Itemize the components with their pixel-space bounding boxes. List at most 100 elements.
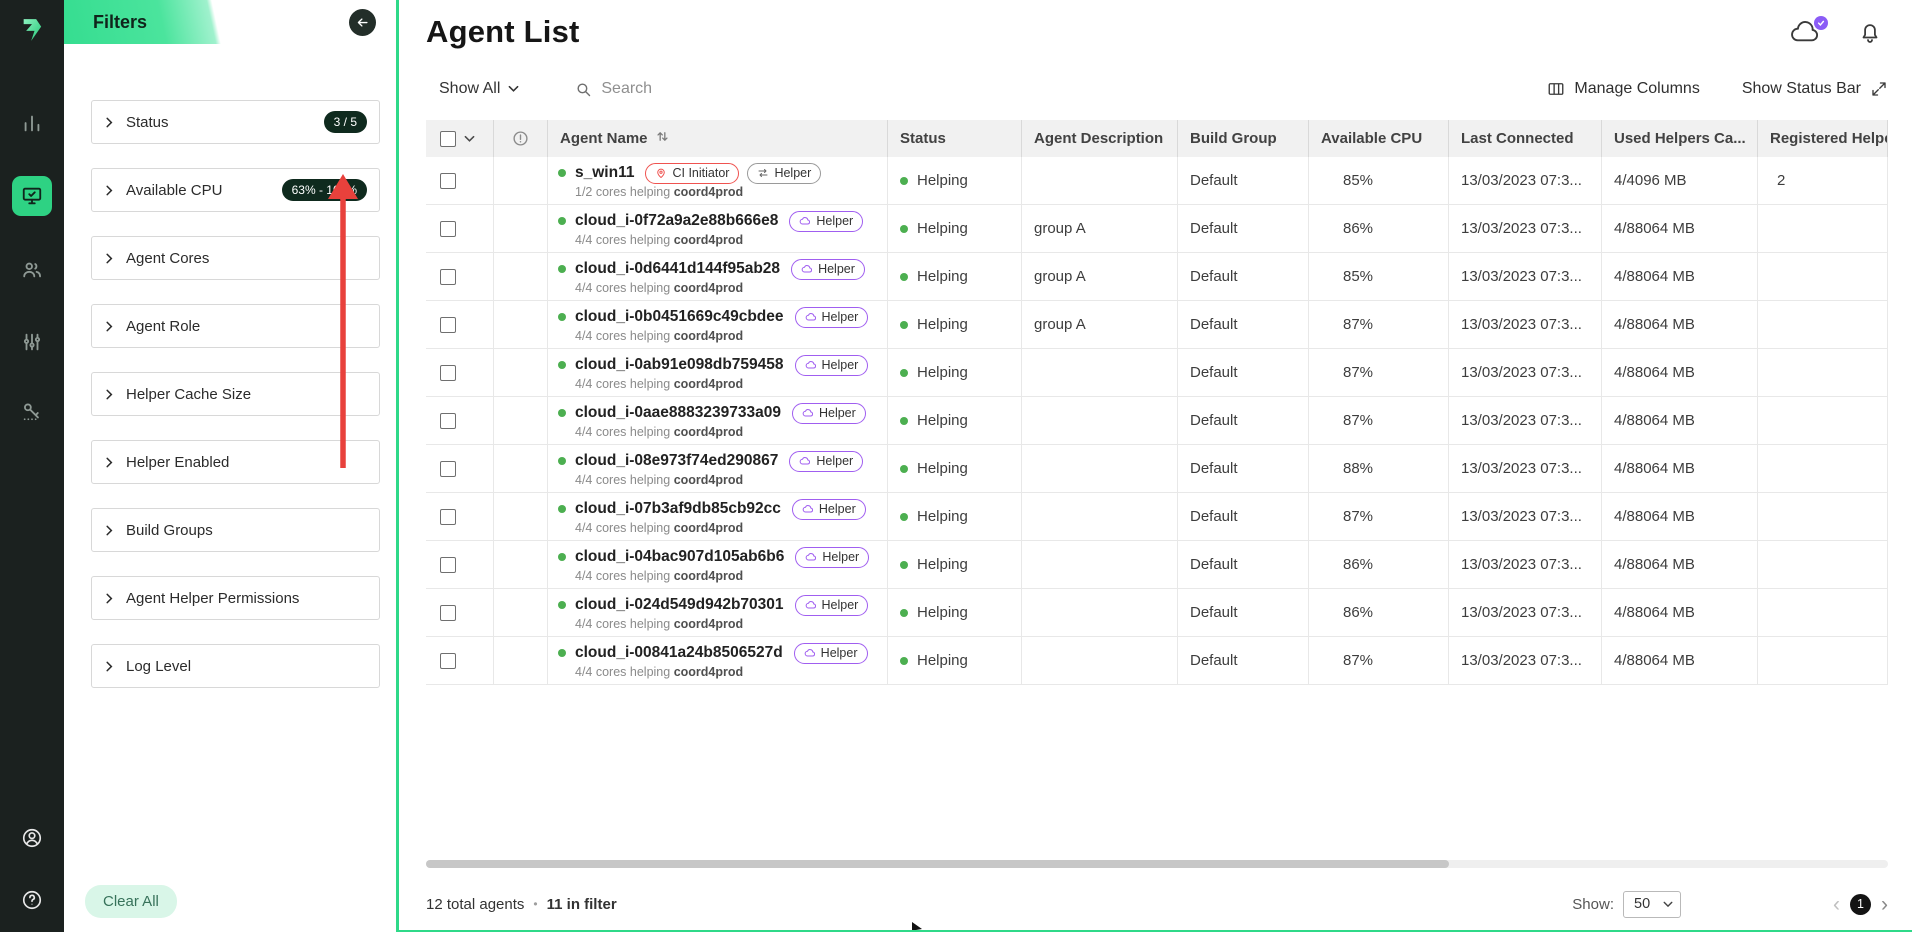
agent-name[interactable]: cloud_i-04bac907d105ab6b6 [575,548,784,566]
filter-item[interactable]: Log Level [91,644,380,688]
row-checkbox[interactable] [440,365,456,381]
table-row: cloud_i-07b3af9db85cb92cc Helper 4/4 cor… [426,493,1888,541]
column-header-available-cpu[interactable]: Available CPU [1309,120,1449,157]
sort-icon[interactable] [656,130,669,147]
filter-item[interactable]: Helper Enabled [91,440,380,484]
collapse-filters-button[interactable] [349,9,376,36]
key-nav-icon[interactable] [12,391,52,431]
used-helpers-cell: 4/88064 MB [1602,301,1758,348]
filter-item-label: Agent Helper Permissions [126,590,299,607]
filter-item[interactable]: Helper Cache Size [91,372,380,416]
status-dot [900,177,908,185]
page-size-select[interactable]: 50 [1623,891,1681,918]
status-label: Helping [917,172,968,189]
agent-name[interactable]: cloud_i-0d6441d144f95ab28 [575,260,780,278]
chevron-down-icon [1663,901,1673,908]
show-all-dropdown[interactable]: Show All [439,80,519,98]
agent-name[interactable]: cloud_i-0f72a9a2e88b666e8 [575,212,778,230]
table-row: cloud_i-0b0451669c49cbdee Helper 4/4 cor… [426,301,1888,349]
show-status-bar-button[interactable]: Show Status Bar [1742,80,1888,98]
helper-badge: Helper [747,163,821,184]
cloud-status-icon[interactable] [1788,20,1822,45]
status-dot [900,561,908,569]
helper-badge: Helper [792,499,866,520]
agent-table: Agent Name Status Agent Description Buil… [426,120,1888,685]
column-header-last-connected[interactable]: Last Connected [1449,120,1602,157]
row-checkbox[interactable] [440,413,456,429]
users-nav-icon[interactable] [12,250,52,290]
column-header-status[interactable]: Status [888,120,1022,157]
previous-page-button[interactable]: ‹ [1833,894,1840,915]
registered-helpers-cell [1758,541,1888,588]
agent-name[interactable]: s_win11 [575,164,634,182]
chevron-right-icon [104,457,115,468]
registered-helpers-cell [1758,205,1888,252]
current-page-button[interactable]: 1 [1850,894,1871,915]
select-menu-chevron-icon[interactable] [464,130,475,147]
build-group-cell: Default [1178,493,1309,540]
horizontal-scrollbar-track[interactable] [426,860,1888,868]
select-all-checkbox[interactable] [440,131,456,147]
filter-value-badge: 63% - 100% [282,179,367,201]
horizontal-scrollbar-thumb[interactable] [426,860,1449,868]
table-header-row: Agent Name Status Agent Description Buil… [426,120,1888,157]
filter-item[interactable]: Status 3 / 5 [91,100,380,144]
filter-item[interactable]: Agent Helper Permissions [91,576,380,620]
agent-description-cell: group A [1022,253,1178,300]
agent-name[interactable]: cloud_i-00841a24b8506527d [575,644,783,662]
row-checkbox[interactable] [440,461,456,477]
agent-description-cell: group A [1022,301,1178,348]
status-dot [900,609,908,617]
chevron-right-icon [104,661,115,672]
available-cpu-cell: 85% [1309,253,1449,300]
filter-item[interactable]: Agent Cores [91,236,380,280]
agent-name[interactable]: cloud_i-0aae8883239733a09 [575,404,781,422]
last-connected-cell: 13/03/2023 07:3... [1449,541,1602,588]
analytics-nav-icon[interactable] [12,103,52,143]
agent-name[interactable]: cloud_i-0ab91e098db759458 [575,356,784,374]
row-checkbox[interactable] [440,653,456,669]
filter-item[interactable]: Build Groups [91,508,380,552]
filter-item[interactable]: Agent Role [91,304,380,348]
agents-nav-icon[interactable] [12,176,52,216]
filter-item-label: Status [126,114,169,131]
clear-all-button[interactable]: Clear All [85,885,177,918]
row-checkbox[interactable] [440,317,456,333]
manage-columns-button[interactable]: Manage Columns [1547,80,1699,98]
column-header-build-group[interactable]: Build Group [1178,120,1309,157]
agent-badges: Helper [792,499,866,520]
row-checkbox[interactable] [440,221,456,237]
sliders-nav-icon[interactable] [12,322,52,362]
filter-item[interactable]: Available CPU 63% - 100% [91,168,380,212]
row-checkbox[interactable] [440,605,456,621]
agent-name[interactable]: cloud_i-0b0451669c49cbdee [575,308,784,326]
agent-description-cell [1022,349,1178,396]
table-row: cloud_i-0d6441d144f95ab28 Helper 4/4 cor… [426,253,1888,301]
alert-cell [494,253,548,300]
help-icon[interactable] [12,880,52,920]
chevron-right-icon [104,593,115,604]
agent-cores-subtitle: 4/4 cores helping coord4prod [558,521,743,535]
row-checkbox[interactable] [440,557,456,573]
column-header-agent-description[interactable]: Agent Description [1022,120,1178,157]
agent-badges: Helper [795,355,869,376]
cloud-icon [802,503,814,515]
agent-name[interactable]: cloud_i-07b3af9db85cb92cc [575,500,781,518]
registered-helpers-cell [1758,637,1888,684]
search-input[interactable] [601,80,821,98]
profile-avatar-icon[interactable] [12,818,52,858]
alert-cell [494,205,548,252]
show-label: Show: [1572,896,1614,913]
alert-cell [494,397,548,444]
agent-name[interactable]: cloud_i-024d549d942b70301 [575,596,784,614]
notifications-bell-icon[interactable] [1858,19,1882,45]
row-checkbox[interactable] [440,269,456,285]
column-header-registered-helpers[interactable]: Registered Helpe... [1758,120,1888,157]
column-header-used-helpers[interactable]: Used Helpers Ca... [1602,120,1758,157]
agent-name[interactable]: cloud_i-08e973f74ed290867 [575,452,778,470]
column-header-agent-name[interactable]: Agent Name [548,120,888,157]
next-page-button[interactable]: › [1881,894,1888,915]
agent-badges: Helper [791,259,865,280]
row-checkbox[interactable] [440,173,456,189]
row-checkbox[interactable] [440,509,456,525]
